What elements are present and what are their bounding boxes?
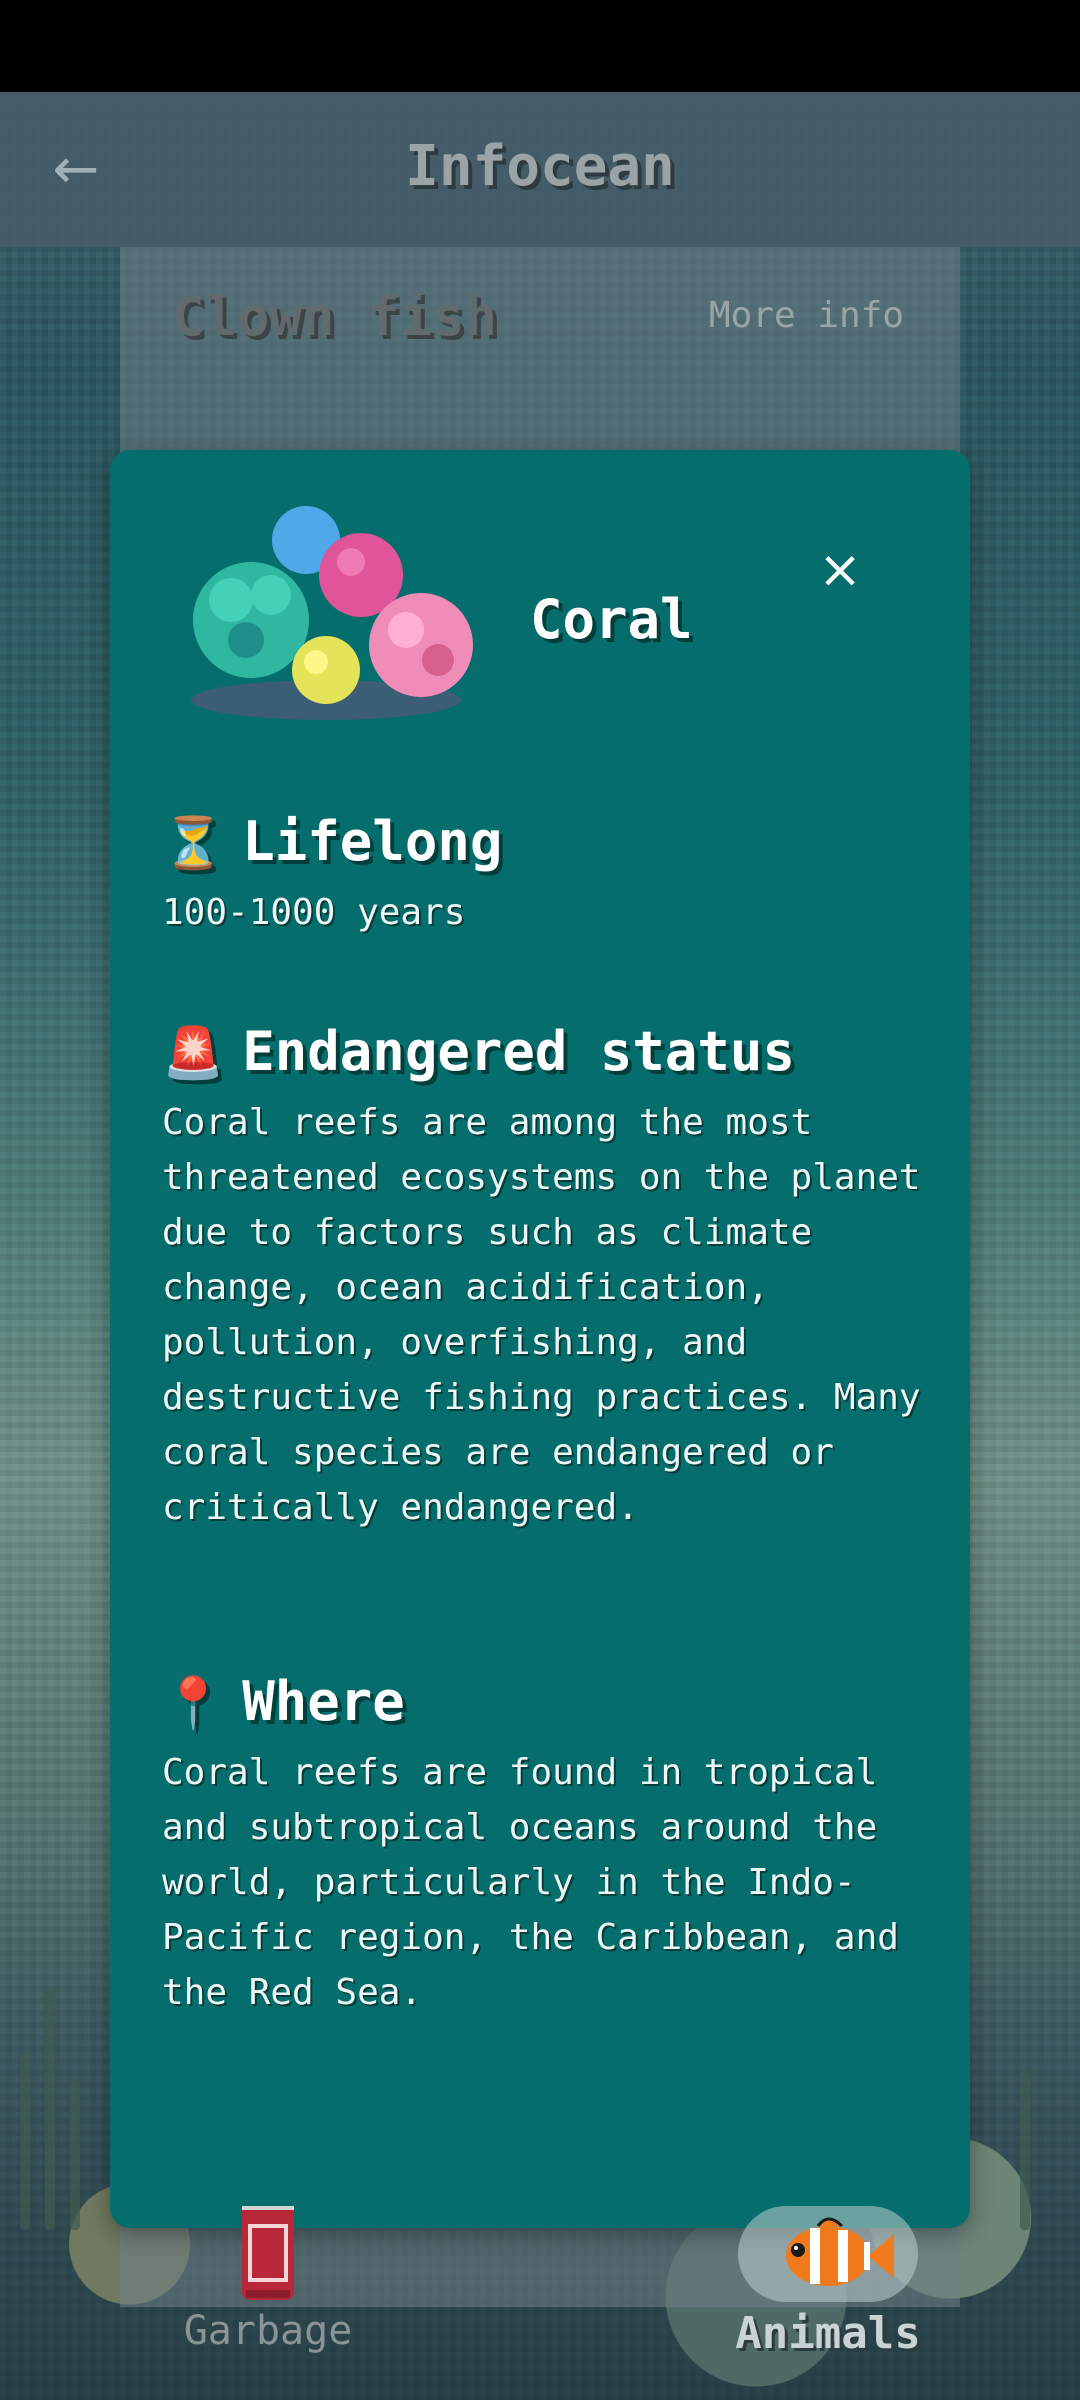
- nav-icon-container: [738, 2206, 918, 2302]
- status-bar: [0, 0, 1080, 92]
- section-body: Coral reefs are among the most threatene…: [162, 1102, 921, 1528]
- more-info-link[interactable]: More info: [709, 295, 904, 336]
- nav-item-animals[interactable]: Animals: [678, 2180, 978, 2400]
- soda-can-icon: [242, 2200, 294, 2300]
- hourglass-icon: ⏳: [162, 814, 225, 872]
- modal-title: Coral: [530, 588, 693, 651]
- nav-icon-container: [178, 2200, 358, 2302]
- section-heading-text: Lifelong: [242, 810, 503, 873]
- section-body: Coral reefs are found in tropical and su…: [162, 1752, 899, 2013]
- app-header: ← Infocean: [0, 92, 1080, 247]
- nav-label: Garbage: [183, 2308, 353, 2354]
- section-heading: 📍 Where: [162, 1660, 922, 1745]
- coral-icon: [191, 506, 473, 720]
- nav-item-garbage[interactable]: Garbage: [118, 2180, 418, 2400]
- section-lifespan: ⏳ Lifelong 100-1000 years: [162, 800, 922, 940]
- nav-label: Animals: [735, 2308, 921, 2359]
- section-where: 📍 Where Coral reefs are found in tropical…: [162, 1660, 922, 2020]
- section-heading-text: Endangered status: [242, 1020, 795, 1083]
- section-endangered-status: 🚨 Endangered status Coral reefs are among…: [162, 1010, 922, 1535]
- card-title: Clown fish: [172, 285, 498, 348]
- section-heading: ⏳ Lifelong: [162, 800, 922, 885]
- bottom-navigation: Garbage Animals: [0, 2180, 1080, 2400]
- section-heading: 🚨 Endangered status: [162, 1010, 922, 1095]
- siren-icon: 🚨: [162, 1024, 225, 1082]
- section-heading-text: Where: [242, 1670, 405, 1733]
- coral-info-modal: × Coral ⏳ Lifelong 100-1000 years 🚨 Endang…: [110, 450, 970, 2228]
- app-screen: ← Infocean Clown fish More info × Coral …: [0, 92, 1080, 2400]
- section-body: 100-1000 years: [162, 892, 466, 933]
- clownfish-icon: [786, 2217, 894, 2286]
- close-icon[interactable]: ×: [810, 540, 870, 600]
- location-pin-icon: 📍: [162, 1674, 225, 1732]
- app-title: Infocean: [405, 134, 675, 199]
